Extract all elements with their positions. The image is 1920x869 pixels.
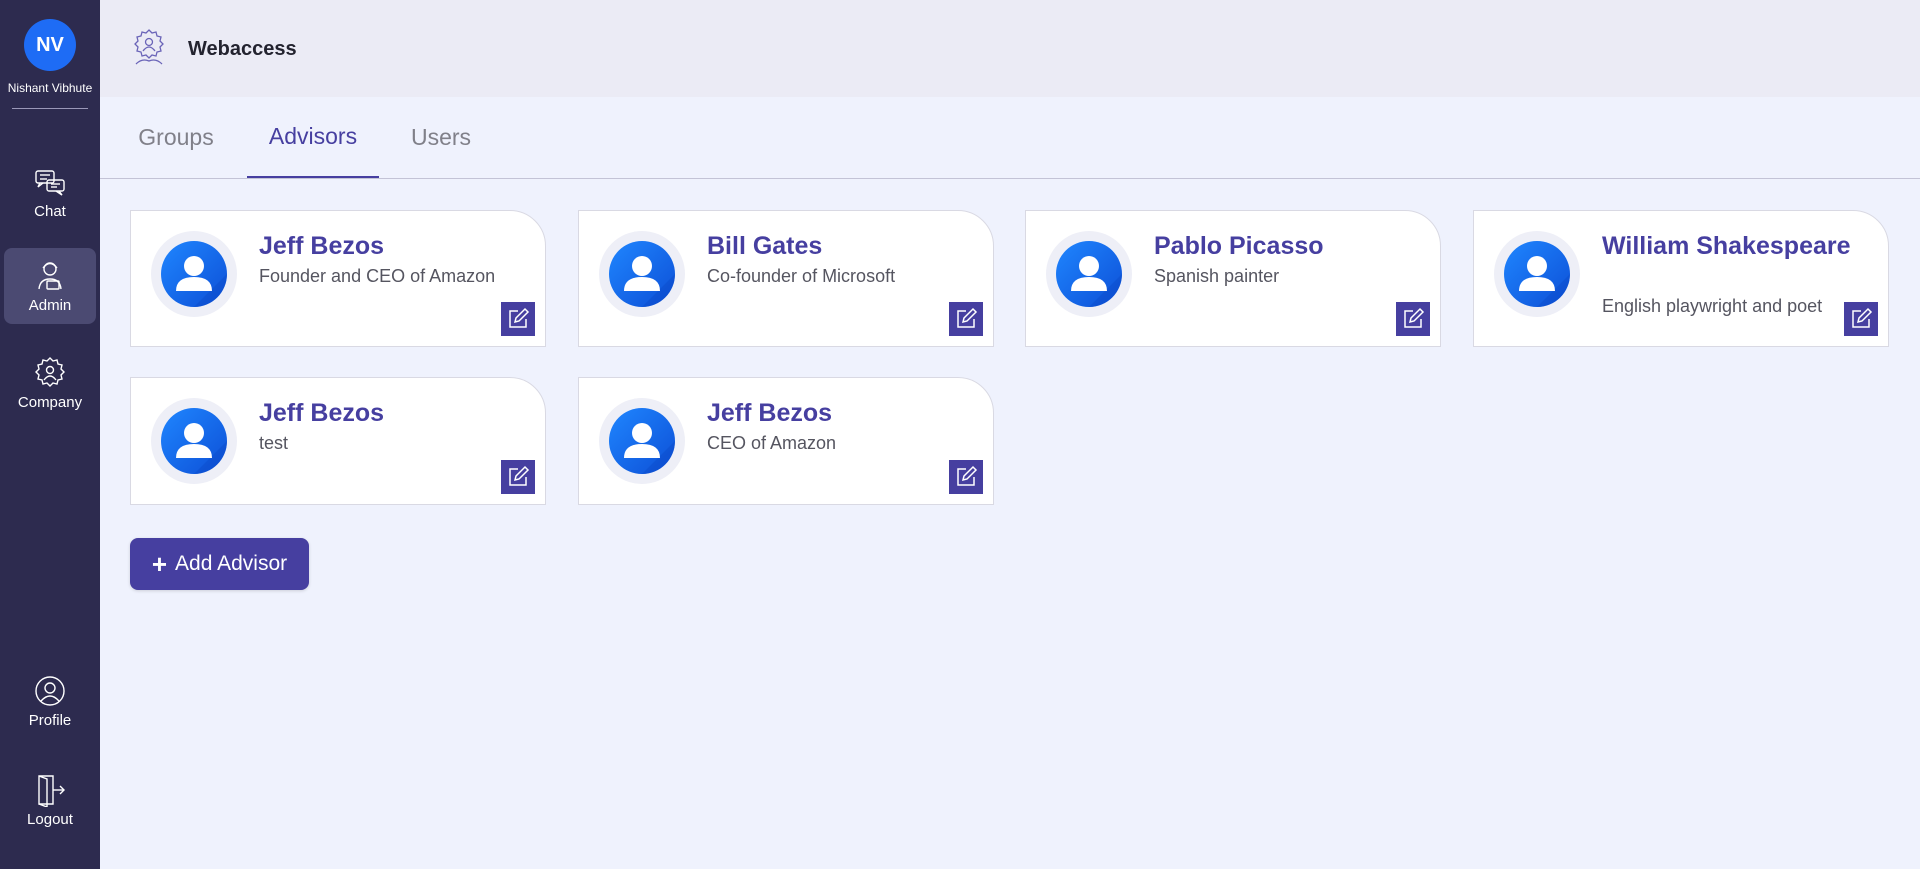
tab-bar: Groups Advisors Users [100,97,1920,179]
profile-icon [35,675,65,706]
advisor-avatar [1494,231,1580,317]
user-name: Nishant Vibhute [7,81,93,95]
edit-pencil-icon [505,306,531,332]
advisor-title: Spanish painter [1154,266,1280,286]
person-icon [609,408,675,474]
plus-icon: + [151,549,168,579]
admin-person-icon [38,261,62,290]
chat-bubbles-icon [35,169,65,196]
advisor-name: Jeff Bezos [707,399,833,427]
person-icon [161,408,227,474]
advisor-title: test [259,433,289,453]
nav-item-profile[interactable]: Profile [4,663,96,739]
user-avatar[interactable]: NV [24,19,76,71]
nav-label-profile: Profile [28,711,72,729]
advisor-title: English playwright and poet [1602,296,1823,316]
nav-item-company[interactable]: Company [4,345,96,421]
nav-item-logout[interactable]: Logout [4,762,96,838]
tab-advisors[interactable]: Advisors [247,97,379,178]
advisor-title: Founder and CEO of Amazon [259,266,496,286]
advisor-card[interactable]: Bill Gates Co-founder of Microsoft [578,210,994,347]
advisor-name: William Shakespeare [1602,232,1851,260]
add-advisor-button[interactable]: + Add Advisor [130,538,309,590]
company-badge-icon [35,356,65,387]
advisor-card[interactable]: William Shakespeare English playwright an… [1473,210,1889,347]
top-bar: Webaccess [100,0,1920,97]
edit-pencil-icon [505,464,531,490]
nav-label-logout: Logout [27,810,73,828]
logout-door-icon [38,774,65,807]
advisor-avatar [1046,231,1132,317]
nav-label-chat: Chat [34,202,66,220]
sidebar: NV Nishant Vibhute Chat Admin Company Pr… [0,0,100,869]
edit-advisor-button[interactable] [949,460,983,494]
tab-users[interactable]: Users [400,97,482,178]
person-icon [1504,241,1570,307]
advisor-title: CEO of Amazon [707,433,837,453]
sidebar-divider [12,108,88,109]
advisor-name: Jeff Bezos [259,232,385,260]
nav-item-admin[interactable]: Admin [4,248,96,324]
advisor-name: Jeff Bezos [259,399,385,427]
advisor-title: Co-founder of Microsoft [707,266,896,286]
tab-groups[interactable]: Groups [132,97,220,178]
person-icon [1056,241,1122,307]
edit-advisor-button[interactable] [1844,302,1878,336]
advisor-card[interactable]: Pablo Picasso Spanish painter [1025,210,1441,347]
person-icon [609,241,675,307]
edit-advisor-button[interactable] [501,302,535,336]
advisor-avatar [599,231,685,317]
person-icon [161,241,227,307]
edit-pencil-icon [953,306,979,332]
advisor-avatar [151,231,237,317]
edit-pencil-icon [1848,306,1874,332]
nav-label-company: Company [17,393,83,411]
nav-item-chat[interactable]: Chat [4,154,96,230]
advisor-card[interactable]: Jeff Bezos CEO of Amazon [578,377,994,505]
edit-advisor-button[interactable] [501,460,535,494]
edit-pencil-icon [953,464,979,490]
company-logo-icon [134,29,164,65]
advisor-name: Pablo Picasso [1154,232,1324,260]
edit-pencil-icon [1400,306,1426,332]
add-advisor-label: Add Advisor [175,552,288,575]
advisor-avatar [599,398,685,484]
advisor-name: Bill Gates [707,232,823,260]
page-title: Webaccess [188,38,297,60]
advisor-avatar [151,398,237,484]
advisor-card[interactable]: Jeff Bezos test [130,377,546,505]
edit-advisor-button[interactable] [1396,302,1430,336]
nav-label-admin: Admin [28,296,72,314]
edit-advisor-button[interactable] [949,302,983,336]
advisor-card[interactable]: Jeff Bezos Founder and CEO of Amazon [130,210,546,347]
